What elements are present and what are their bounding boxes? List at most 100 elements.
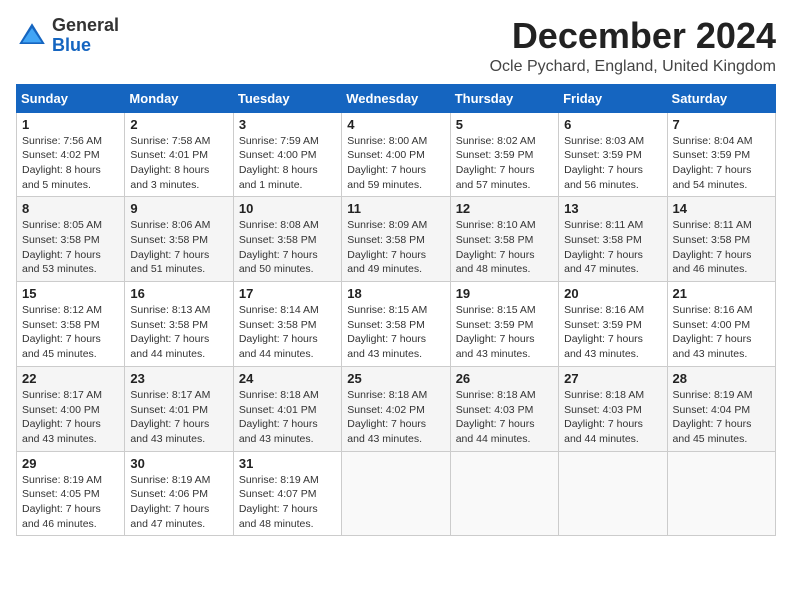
day-info: Sunrise: 8:11 AMSunset: 3:58 PMDaylight:… <box>564 218 661 277</box>
calendar-day-cell: 16 Sunrise: 8:13 AMSunset: 3:58 PMDaylig… <box>125 282 233 367</box>
calendar-day-cell: 6 Sunrise: 8:03 AMSunset: 3:59 PMDayligh… <box>559 112 667 197</box>
calendar-day-cell: 1 Sunrise: 7:56 AMSunset: 4:02 PMDayligh… <box>17 112 125 197</box>
day-number: 25 <box>347 371 444 386</box>
day-number: 21 <box>673 286 770 301</box>
day-info: Sunrise: 8:15 AMSunset: 3:59 PMDaylight:… <box>456 303 553 362</box>
weekday-header-cell: Tuesday <box>233 84 341 112</box>
day-number: 28 <box>673 371 770 386</box>
day-number: 23 <box>130 371 227 386</box>
day-number: 9 <box>130 201 227 216</box>
weekday-header-cell: Sunday <box>17 84 125 112</box>
day-number: 3 <box>239 117 336 132</box>
calendar-day-cell: 4 Sunrise: 8:00 AMSunset: 4:00 PMDayligh… <box>342 112 450 197</box>
calendar-day-cell: 8 Sunrise: 8:05 AMSunset: 3:58 PMDayligh… <box>17 197 125 282</box>
day-info: Sunrise: 8:03 AMSunset: 3:59 PMDaylight:… <box>564 134 661 193</box>
day-number: 31 <box>239 456 336 471</box>
day-number: 8 <box>22 201 119 216</box>
calendar-day-cell: 9 Sunrise: 8:06 AMSunset: 3:58 PMDayligh… <box>125 197 233 282</box>
calendar-day-cell: 12 Sunrise: 8:10 AMSunset: 3:58 PMDaylig… <box>450 197 558 282</box>
calendar-day-cell: 10 Sunrise: 8:08 AMSunset: 3:58 PMDaylig… <box>233 197 341 282</box>
calendar-day-cell: 28 Sunrise: 8:19 AMSunset: 4:04 PMDaylig… <box>667 366 775 451</box>
location-subtitle: Ocle Pychard, England, United Kingdom <box>490 58 776 76</box>
day-number: 10 <box>239 201 336 216</box>
weekday-header-cell: Friday <box>559 84 667 112</box>
day-number: 4 <box>347 117 444 132</box>
day-info: Sunrise: 8:13 AMSunset: 3:58 PMDaylight:… <box>130 303 227 362</box>
day-info: Sunrise: 8:19 AMSunset: 4:06 PMDaylight:… <box>130 473 227 532</box>
calendar-day-cell <box>559 451 667 536</box>
calendar-week-row: 1 Sunrise: 7:56 AMSunset: 4:02 PMDayligh… <box>17 112 776 197</box>
calendar-week-row: 15 Sunrise: 8:12 AMSunset: 3:58 PMDaylig… <box>17 282 776 367</box>
day-number: 12 <box>456 201 553 216</box>
day-info: Sunrise: 8:12 AMSunset: 3:58 PMDaylight:… <box>22 303 119 362</box>
day-info: Sunrise: 8:00 AMSunset: 4:00 PMDaylight:… <box>347 134 444 193</box>
calendar-day-cell: 17 Sunrise: 8:14 AMSunset: 3:58 PMDaylig… <box>233 282 341 367</box>
calendar-table: SundayMondayTuesdayWednesdayThursdayFrid… <box>16 84 776 537</box>
day-number: 30 <box>130 456 227 471</box>
day-number: 22 <box>22 371 119 386</box>
calendar-day-cell: 19 Sunrise: 8:15 AMSunset: 3:59 PMDaylig… <box>450 282 558 367</box>
day-number: 1 <box>22 117 119 132</box>
calendar-day-cell: 26 Sunrise: 8:18 AMSunset: 4:03 PMDaylig… <box>450 366 558 451</box>
day-info: Sunrise: 8:16 AMSunset: 4:00 PMDaylight:… <box>673 303 770 362</box>
day-info: Sunrise: 8:15 AMSunset: 3:58 PMDaylight:… <box>347 303 444 362</box>
day-info: Sunrise: 7:58 AMSunset: 4:01 PMDaylight:… <box>130 134 227 193</box>
day-info: Sunrise: 8:14 AMSunset: 3:58 PMDaylight:… <box>239 303 336 362</box>
calendar-week-row: 8 Sunrise: 8:05 AMSunset: 3:58 PMDayligh… <box>17 197 776 282</box>
day-info: Sunrise: 8:17 AMSunset: 4:01 PMDaylight:… <box>130 388 227 447</box>
weekday-header-cell: Thursday <box>450 84 558 112</box>
logo-icon <box>16 20 48 52</box>
calendar-day-cell: 25 Sunrise: 8:18 AMSunset: 4:02 PMDaylig… <box>342 366 450 451</box>
day-info: Sunrise: 8:05 AMSunset: 3:58 PMDaylight:… <box>22 218 119 277</box>
day-number: 27 <box>564 371 661 386</box>
day-info: Sunrise: 8:10 AMSunset: 3:58 PMDaylight:… <box>456 218 553 277</box>
calendar-day-cell: 3 Sunrise: 7:59 AMSunset: 4:00 PMDayligh… <box>233 112 341 197</box>
month-title: December 2024 <box>490 16 776 56</box>
day-number: 19 <box>456 286 553 301</box>
calendar-day-cell: 11 Sunrise: 8:09 AMSunset: 3:58 PMDaylig… <box>342 197 450 282</box>
day-info: Sunrise: 8:04 AMSunset: 3:59 PMDaylight:… <box>673 134 770 193</box>
day-info: Sunrise: 8:08 AMSunset: 3:58 PMDaylight:… <box>239 218 336 277</box>
logo-text: General Blue <box>52 16 119 56</box>
calendar-week-row: 29 Sunrise: 8:19 AMSunset: 4:05 PMDaylig… <box>17 451 776 536</box>
day-number: 24 <box>239 371 336 386</box>
calendar-day-cell: 7 Sunrise: 8:04 AMSunset: 3:59 PMDayligh… <box>667 112 775 197</box>
logo: General Blue <box>16 16 119 56</box>
calendar-day-cell <box>342 451 450 536</box>
calendar-day-cell: 22 Sunrise: 8:17 AMSunset: 4:00 PMDaylig… <box>17 366 125 451</box>
day-info: Sunrise: 8:17 AMSunset: 4:00 PMDaylight:… <box>22 388 119 447</box>
day-info: Sunrise: 8:19 AMSunset: 4:05 PMDaylight:… <box>22 473 119 532</box>
weekday-header-row: SundayMondayTuesdayWednesdayThursdayFrid… <box>17 84 776 112</box>
calendar-day-cell: 23 Sunrise: 8:17 AMSunset: 4:01 PMDaylig… <box>125 366 233 451</box>
calendar-day-cell: 27 Sunrise: 8:18 AMSunset: 4:03 PMDaylig… <box>559 366 667 451</box>
day-info: Sunrise: 8:18 AMSunset: 4:03 PMDaylight:… <box>456 388 553 447</box>
day-number: 11 <box>347 201 444 216</box>
day-info: Sunrise: 8:06 AMSunset: 3:58 PMDaylight:… <box>130 218 227 277</box>
day-number: 29 <box>22 456 119 471</box>
calendar-day-cell: 31 Sunrise: 8:19 AMSunset: 4:07 PMDaylig… <box>233 451 341 536</box>
day-number: 20 <box>564 286 661 301</box>
calendar-day-cell <box>667 451 775 536</box>
calendar-day-cell: 13 Sunrise: 8:11 AMSunset: 3:58 PMDaylig… <box>559 197 667 282</box>
day-number: 18 <box>347 286 444 301</box>
day-info: Sunrise: 8:02 AMSunset: 3:59 PMDaylight:… <box>456 134 553 193</box>
calendar-day-cell: 21 Sunrise: 8:16 AMSunset: 4:00 PMDaylig… <box>667 282 775 367</box>
calendar-day-cell: 14 Sunrise: 8:11 AMSunset: 3:58 PMDaylig… <box>667 197 775 282</box>
calendar-day-cell: 24 Sunrise: 8:18 AMSunset: 4:01 PMDaylig… <box>233 366 341 451</box>
day-number: 16 <box>130 286 227 301</box>
day-number: 2 <box>130 117 227 132</box>
day-info: Sunrise: 8:09 AMSunset: 3:58 PMDaylight:… <box>347 218 444 277</box>
day-info: Sunrise: 8:11 AMSunset: 3:58 PMDaylight:… <box>673 218 770 277</box>
day-info: Sunrise: 8:19 AMSunset: 4:04 PMDaylight:… <box>673 388 770 447</box>
day-number: 5 <box>456 117 553 132</box>
day-number: 13 <box>564 201 661 216</box>
day-info: Sunrise: 8:18 AMSunset: 4:03 PMDaylight:… <box>564 388 661 447</box>
day-info: Sunrise: 7:56 AMSunset: 4:02 PMDaylight:… <box>22 134 119 193</box>
title-block: December 2024 Ocle Pychard, England, Uni… <box>490 16 776 76</box>
day-number: 15 <box>22 286 119 301</box>
calendar-day-cell: 29 Sunrise: 8:19 AMSunset: 4:05 PMDaylig… <box>17 451 125 536</box>
calendar-week-row: 22 Sunrise: 8:17 AMSunset: 4:00 PMDaylig… <box>17 366 776 451</box>
day-number: 26 <box>456 371 553 386</box>
day-number: 14 <box>673 201 770 216</box>
weekday-header-cell: Saturday <box>667 84 775 112</box>
